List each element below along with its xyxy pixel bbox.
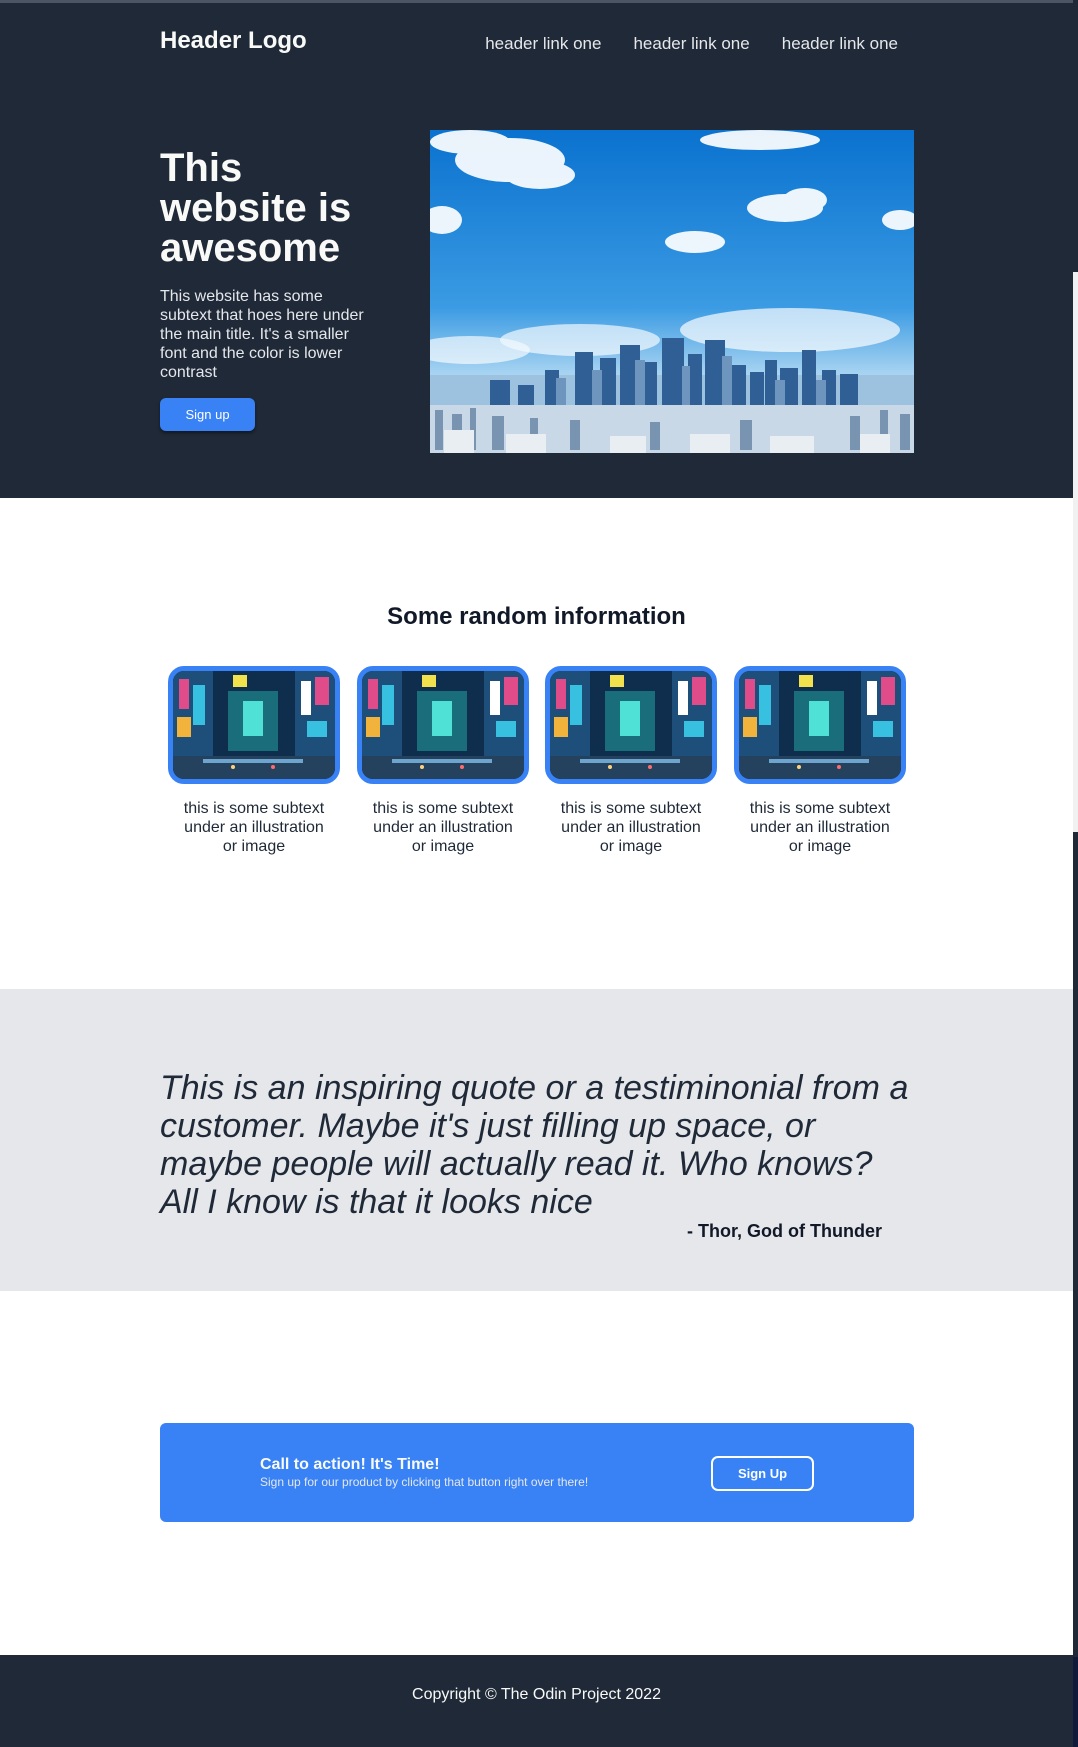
hero-title: This website is awesome — [160, 146, 352, 270]
hero-signup-button[interactable]: Sign up — [160, 398, 255, 431]
info-section-title: Some random information — [387, 603, 686, 630]
quote-author: - Thor, God of Thunder — [687, 1221, 882, 1241]
card-caption: this is some subtext under an illustrati… — [372, 800, 514, 855]
hero-subtext: This website has some subtext that hoes … — [160, 288, 364, 381]
info-card: this is some subtext under an illustrati… — [734, 666, 906, 856]
header-link-3[interactable]: header link one — [782, 34, 898, 54]
card-caption: this is some subtext under an illustrati… — [749, 800, 891, 855]
scrollbar-thumb[interactable] — [1073, 272, 1078, 832]
header-nav: header link one header link one header l… — [485, 34, 898, 54]
info-card: this is some subtext under an illustrati… — [545, 666, 717, 856]
desktop-peek — [1073, 1657, 1078, 1747]
header-link-2[interactable]: header link one — [633, 34, 749, 54]
card-caption: this is some subtext under an illustrati… — [560, 800, 702, 855]
testimonial-quote: This is an inspiring quote or a testimin… — [160, 1069, 909, 1221]
footer: Copyright © The Odin Project 2022 — [0, 1655, 1073, 1747]
call-to-action-box: Call to action! It's Time! Sign up for o… — [160, 1423, 914, 1522]
cta-subtext: Sign up for our product by clicking that… — [260, 1475, 589, 1489]
footer-copyright: Copyright © The Odin Project 2022 — [412, 1686, 661, 1703]
window-edge-strip — [1073, 0, 1078, 1747]
cta-title: Call to action! It's Time! — [260, 1456, 440, 1473]
city-street-night-image — [545, 666, 717, 784]
hero-section: Header Logo header link one header link … — [0, 0, 1073, 498]
landing-page: Header Logo header link one header link … — [0, 0, 1073, 1747]
cta-signup-button[interactable]: Sign Up — [711, 1456, 814, 1491]
quote-section: This is an inspiring quote or a testimin… — [0, 989, 1073, 1291]
header-logo[interactable]: Header Logo — [160, 27, 307, 55]
info-card: this is some subtext under an illustrati… — [357, 666, 529, 856]
city-street-night-image — [168, 666, 340, 784]
city-street-night-image — [734, 666, 906, 784]
header-link-1[interactable]: header link one — [485, 34, 601, 54]
info-card: this is some subtext under an illustrati… — [168, 666, 340, 856]
card-caption: this is some subtext under an illustrati… — [183, 800, 325, 855]
city-skyline-image — [430, 130, 914, 453]
city-street-night-image — [357, 666, 529, 784]
